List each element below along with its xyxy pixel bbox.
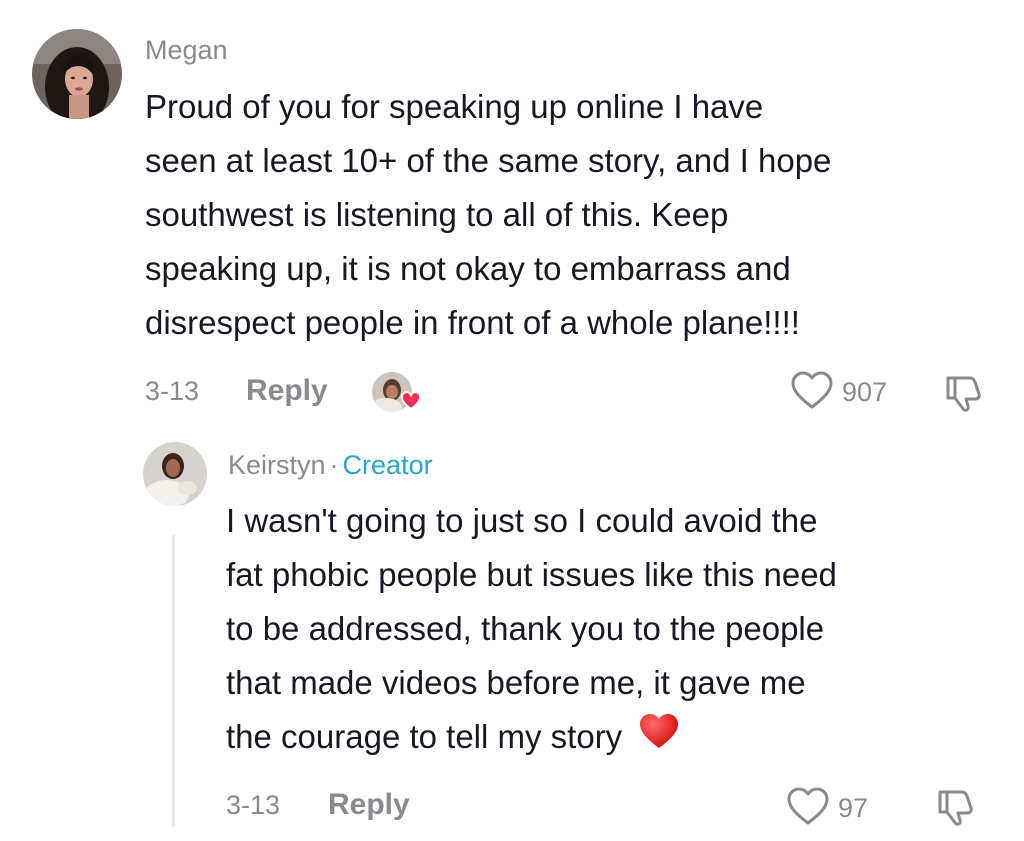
avatar-megan[interactable] <box>32 29 122 119</box>
heart-outline-icon <box>790 370 834 415</box>
thread-line <box>172 535 175 827</box>
red-heart-emoji <box>638 712 680 766</box>
separator-dot: · <box>329 450 339 480</box>
creator-badge: Creator <box>342 450 433 480</box>
reply-line: I wasn't going to just so I could avoid … <box>226 502 818 539</box>
reply-like-count: 97 <box>838 793 869 823</box>
avatar-keirstyn[interactable] <box>143 442 207 506</box>
reply-reply-button[interactable]: Reply <box>328 788 410 822</box>
reply-username[interactable]: Keirstyn <box>228 450 326 480</box>
reply-line: the courage to tell my story <box>226 710 837 766</box>
comment-line: southwest is listening to all of this. K… <box>145 196 729 233</box>
dislike-button[interactable] <box>942 372 984 419</box>
like-button[interactable]: 907 <box>790 370 887 415</box>
reply-text: I wasn't going to just so I could avoid … <box>226 494 837 766</box>
comment-text: Proud of you for speaking up online I ha… <box>145 80 831 350</box>
dislike-icon <box>938 790 973 826</box>
heart-outline-icon <box>786 786 830 831</box>
comment-line: speaking up, it is not okay to embarrass… <box>145 250 791 287</box>
reply-line: to be addressed, thank you to the people <box>226 610 825 647</box>
comment-line: Proud of you for speaking up online I ha… <box>145 88 764 125</box>
creator-liked-badge <box>370 370 426 414</box>
comment-date: 3-13 <box>145 376 200 406</box>
dislike-icon <box>946 376 981 412</box>
reply-like-button[interactable]: 97 <box>786 786 868 831</box>
comment-line: disrespect people in front of a whole pl… <box>145 304 800 341</box>
reply-line: that made videos before me, it gave me <box>226 664 806 701</box>
reply-date: 3-13 <box>226 790 281 820</box>
comment-username[interactable]: Megan <box>145 35 228 66</box>
comment-thread: Megan Proud of you for speaking up onlin… <box>0 0 1024 841</box>
reply-username-row: Keirstyn · Creator <box>228 450 433 481</box>
like-count: 907 <box>842 377 888 407</box>
comment-line: seen at least 10+ of the same story, and… <box>145 142 832 179</box>
reply-button[interactable]: Reply <box>246 374 328 408</box>
reply-line: fat phobic people but issues like this n… <box>226 556 837 593</box>
reply-dislike-button[interactable] <box>934 786 976 833</box>
